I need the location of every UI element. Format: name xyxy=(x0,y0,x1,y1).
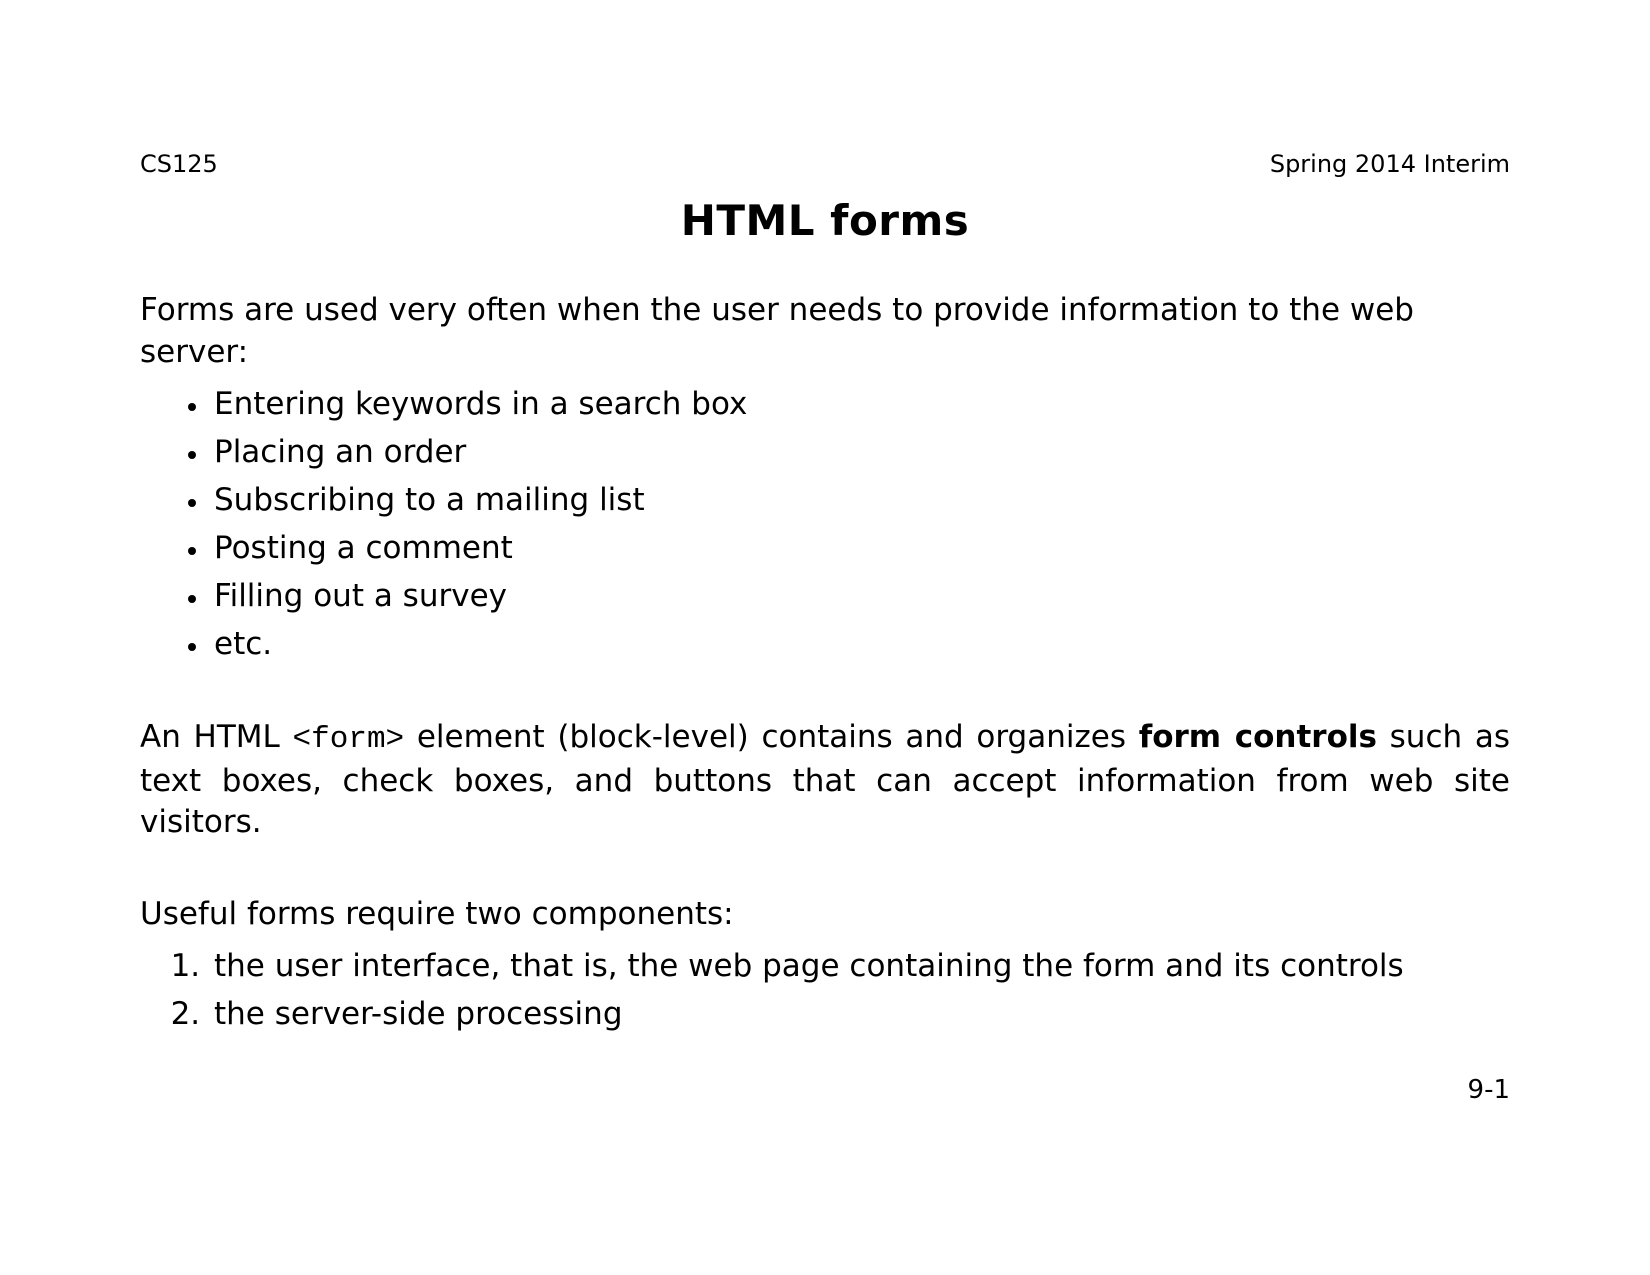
form-description: An HTML <form> element (block-level) con… xyxy=(140,717,1510,845)
list-item: Subscribing to a mailing list xyxy=(210,482,1510,518)
text-fragment: element (block-level) contains and organ… xyxy=(404,719,1139,755)
page-number: 9-1 xyxy=(1468,1075,1510,1105)
list-item: etc. xyxy=(210,626,1510,662)
list-item: Placing an order xyxy=(210,434,1510,470)
list-item: the user interface, that is, the web pag… xyxy=(210,948,1510,984)
page-title: HTML forms xyxy=(140,196,1510,245)
slide-page: CS125 Spring 2014 Interim HTML forms For… xyxy=(0,0,1650,1275)
examples-list: Entering keywords in a search box Placin… xyxy=(140,386,1510,662)
course-code: CS125 xyxy=(140,150,218,178)
code-form-tag: <form> xyxy=(293,722,405,757)
list-item: Filling out a survey xyxy=(210,578,1510,614)
list-item: Posting a comment xyxy=(210,530,1510,566)
header-row: CS125 Spring 2014 Interim xyxy=(140,150,1510,178)
components-intro: Useful forms require two components: xyxy=(140,894,1510,936)
intro-text: Forms are used very often when the user … xyxy=(140,290,1510,374)
list-item: the server-side processing xyxy=(210,996,1510,1032)
components-list: the user interface, that is, the web pag… xyxy=(140,948,1510,1032)
text-fragment: An HTML xyxy=(140,719,293,755)
list-item: Entering keywords in a search box xyxy=(210,386,1510,422)
term-label: Spring 2014 Interim xyxy=(1270,150,1510,178)
bold-form-controls: form controls xyxy=(1139,719,1377,755)
